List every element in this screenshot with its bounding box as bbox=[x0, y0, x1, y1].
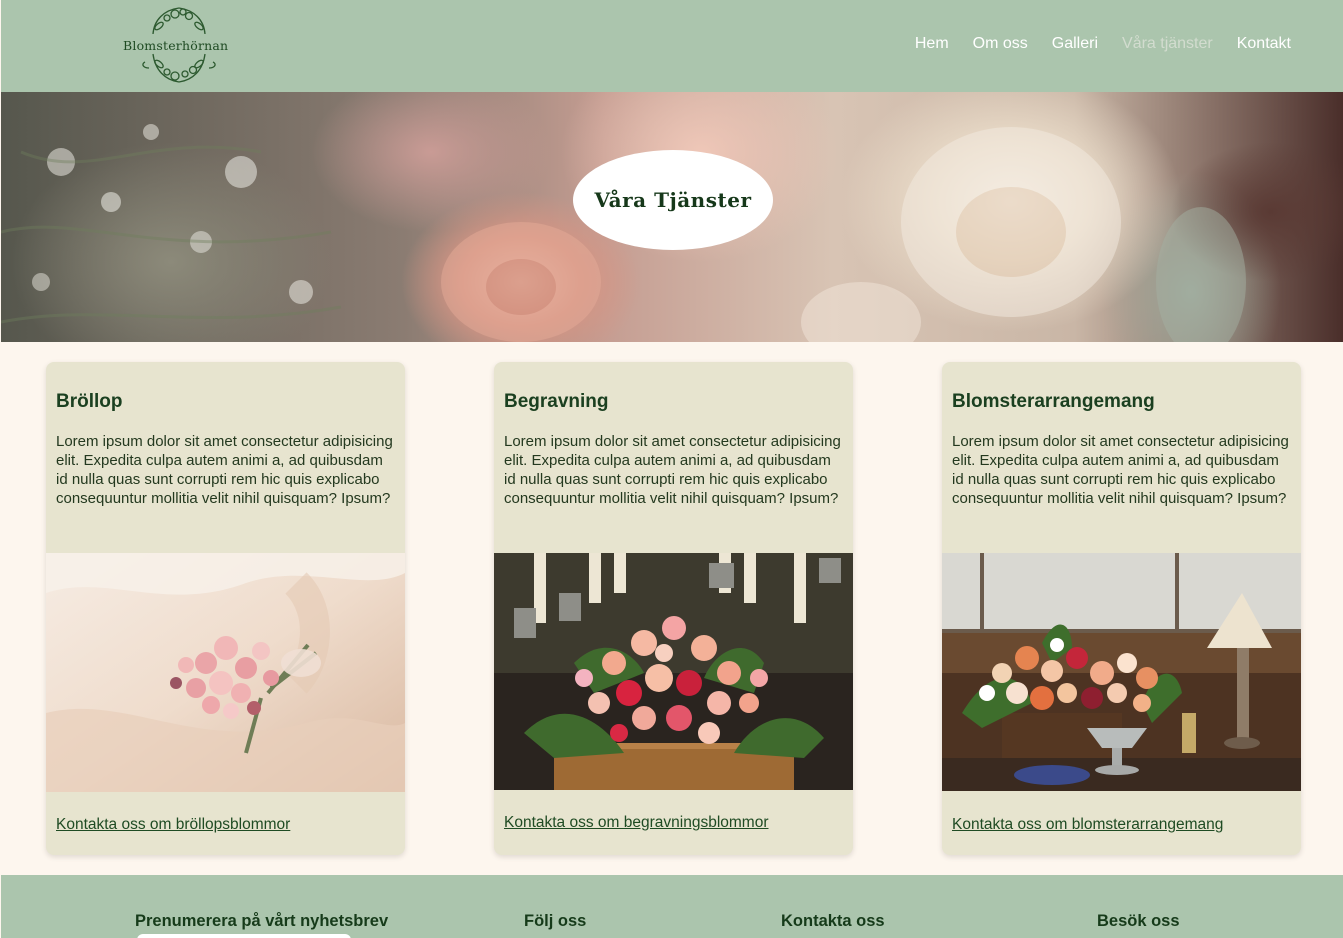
nav-item-kontakt[interactable]: Kontakt bbox=[1237, 35, 1291, 53]
card-title: Bröllop bbox=[56, 391, 123, 412]
flower-arrangement-image bbox=[942, 553, 1301, 791]
footer-heading-newsletter: Prenumerera på vårt nyhetsbrev bbox=[135, 912, 389, 930]
service-card-begravning: Begravning Lorem ipsum dolor sit amet co… bbox=[494, 362, 853, 855]
site-header: Blomsterhörnan Hem Om oss Galleri Våra t… bbox=[1, 0, 1343, 92]
card-description: Lorem ipsum dolor sit amet consectetur a… bbox=[952, 433, 1289, 507]
contact-link-begravning[interactable]: Kontakta oss om begravningsblommor bbox=[504, 814, 769, 832]
footer-heading-follow: Följ oss bbox=[524, 912, 587, 930]
logo[interactable]: Blomsterhörnan bbox=[119, 2, 239, 88]
card-description: Lorem ipsum dolor sit amet consectetur a… bbox=[504, 433, 841, 507]
service-card-blomsterarrangemang: Blomsterarrangemang Lorem ipsum dolor si… bbox=[942, 362, 1301, 855]
contact-link-brollop[interactable]: Kontakta oss om bröllopsblommor bbox=[56, 816, 290, 834]
card-title: Blomsterarrangemang bbox=[952, 391, 1155, 412]
wedding-bouquet-image bbox=[46, 553, 405, 792]
service-card-brollop: Bröllop Lorem ipsum dolor sit amet conse… bbox=[46, 362, 405, 855]
newsletter-email-input[interactable] bbox=[137, 934, 351, 938]
card-description: Lorem ipsum dolor sit amet consectetur a… bbox=[56, 433, 393, 507]
contact-link-blomsterarrangemang[interactable]: Kontakta oss om blomsterarrangemang bbox=[952, 816, 1223, 834]
footer-heading-visit: Besök oss bbox=[1097, 912, 1180, 930]
nav-item-hem[interactable]: Hem bbox=[915, 35, 949, 53]
logo-text: Blomsterhörnan bbox=[123, 38, 229, 53]
nav-item-galleri[interactable]: Galleri bbox=[1052, 35, 1098, 53]
page-title: Våra Tjänster bbox=[594, 188, 752, 212]
main-nav: Hem Om oss Galleri Våra tjänster Kontakt bbox=[915, 35, 1291, 53]
hero-banner: Våra Tjänster bbox=[1, 92, 1343, 342]
funeral-arrangement-image bbox=[494, 553, 853, 790]
nav-item-om-oss[interactable]: Om oss bbox=[973, 35, 1028, 53]
footer-heading-contact: Kontakta oss bbox=[781, 912, 885, 930]
hero-title-badge: Våra Tjänster bbox=[573, 150, 773, 250]
card-title: Begravning bbox=[504, 391, 609, 412]
site-footer: Prenumerera på vårt nyhetsbrev Följ oss … bbox=[1, 875, 1343, 938]
nav-item-vara-tjanster[interactable]: Våra tjänster bbox=[1122, 35, 1213, 53]
